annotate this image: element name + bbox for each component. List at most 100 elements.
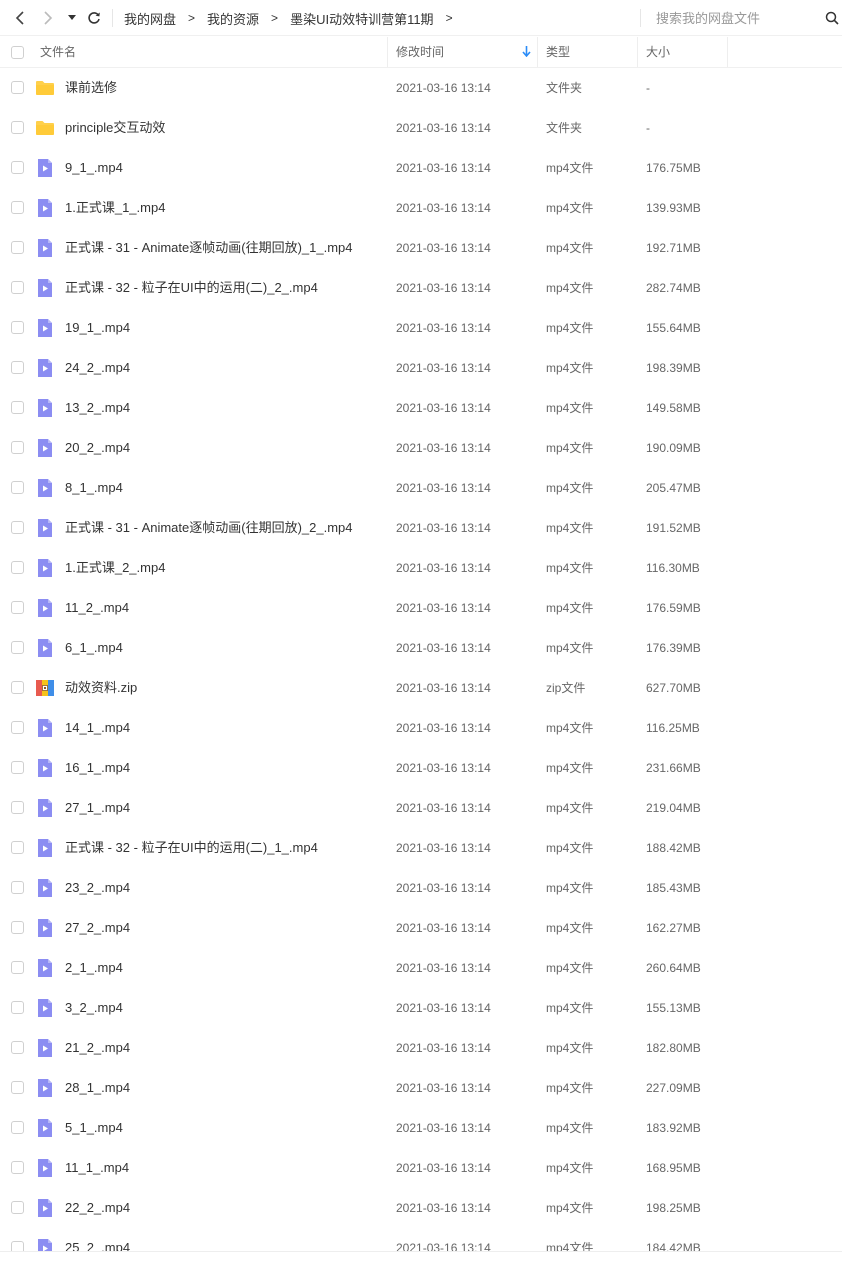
row-checkbox[interactable] bbox=[11, 641, 24, 654]
file-row[interactable]: 13_2_.mp4 2021-03-16 13:14 mp4文件 149.58MB bbox=[0, 388, 842, 428]
forward-button[interactable] bbox=[36, 0, 60, 36]
file-row[interactable]: 22_2_.mp4 2021-03-16 13:14 mp4文件 198.25MB bbox=[0, 1188, 842, 1228]
row-checkbox[interactable] bbox=[11, 1081, 24, 1094]
file-row[interactable]: 动效资料.zip 2021-03-16 13:14 zip文件 627.70MB bbox=[0, 668, 842, 708]
breadcrumb-item-my-resources[interactable]: 我的资源 bbox=[207, 9, 259, 28]
row-checkbox[interactable] bbox=[11, 81, 24, 94]
breadcrumb-item-my-drive[interactable]: 我的网盘 bbox=[124, 9, 176, 28]
file-row[interactable]: 正式课 - 32 - 粒子在UI中的运用(二)_2_.mp4 2021-03-16… bbox=[0, 268, 842, 308]
file-name[interactable]: 21_2_.mp4 bbox=[65, 1028, 130, 1068]
file-name[interactable]: 6_1_.mp4 bbox=[65, 628, 123, 668]
file-name[interactable]: 1.正式课_2_.mp4 bbox=[65, 548, 165, 588]
file-name[interactable]: 23_2_.mp4 bbox=[65, 868, 130, 908]
file-name[interactable]: 13_2_.mp4 bbox=[65, 388, 130, 428]
search-button[interactable] bbox=[822, 8, 842, 28]
row-checkbox[interactable] bbox=[11, 841, 24, 854]
file-name[interactable]: 20_2_.mp4 bbox=[65, 428, 130, 468]
row-checkbox[interactable] bbox=[11, 1161, 24, 1174]
search-input[interactable] bbox=[650, 6, 815, 30]
row-checkbox[interactable] bbox=[11, 121, 24, 134]
file-row[interactable]: 19_1_.mp4 2021-03-16 13:14 mp4文件 155.64MB bbox=[0, 308, 842, 348]
file-row[interactable]: principle交互动效 2021-03-16 13:14 文件夹 - bbox=[0, 108, 842, 148]
file-name[interactable]: 正式课 - 32 - 粒子在UI中的运用(二)_1_.mp4 bbox=[65, 828, 318, 868]
file-name[interactable]: principle交互动效 bbox=[65, 108, 165, 148]
file-row[interactable]: 27_1_.mp4 2021-03-16 13:14 mp4文件 219.04MB bbox=[0, 788, 842, 828]
file-name[interactable]: 1.正式课_1_.mp4 bbox=[65, 188, 165, 228]
file-name[interactable]: 19_1_.mp4 bbox=[65, 308, 130, 348]
column-header-size[interactable]: 大小 bbox=[638, 37, 728, 67]
row-checkbox[interactable] bbox=[11, 1001, 24, 1014]
file-name[interactable]: 11_2_.mp4 bbox=[65, 588, 129, 628]
file-name[interactable]: 正式课 - 31 - Animate逐帧动画(往期回放)_1_.mp4 bbox=[65, 228, 353, 268]
file-row[interactable]: 21_2_.mp4 2021-03-16 13:14 mp4文件 182.80MB bbox=[0, 1028, 842, 1068]
file-name[interactable]: 5_1_.mp4 bbox=[65, 1108, 123, 1148]
row-checkbox[interactable] bbox=[11, 361, 24, 374]
row-checkbox[interactable] bbox=[11, 881, 24, 894]
file-name[interactable]: 25_2_.mp4 bbox=[65, 1228, 130, 1251]
row-checkbox[interactable] bbox=[11, 601, 24, 614]
file-row[interactable]: 11_1_.mp4 2021-03-16 13:14 mp4文件 168.95MB bbox=[0, 1148, 842, 1188]
row-checkbox[interactable] bbox=[11, 961, 24, 974]
row-checkbox[interactable] bbox=[11, 721, 24, 734]
file-name[interactable]: 2_1_.mp4 bbox=[65, 948, 123, 988]
file-row[interactable]: 8_1_.mp4 2021-03-16 13:14 mp4文件 205.47MB bbox=[0, 468, 842, 508]
row-checkbox[interactable] bbox=[11, 241, 24, 254]
row-checkbox[interactable] bbox=[11, 1121, 24, 1134]
file-row[interactable]: 3_2_.mp4 2021-03-16 13:14 mp4文件 155.13MB bbox=[0, 988, 842, 1028]
row-checkbox[interactable] bbox=[11, 441, 24, 454]
file-row[interactable]: 5_1_.mp4 2021-03-16 13:14 mp4文件 183.92MB bbox=[0, 1108, 842, 1148]
file-row[interactable]: 正式课 - 31 - Animate逐帧动画(往期回放)_2_.mp4 2021-… bbox=[0, 508, 842, 548]
history-dropdown-button[interactable] bbox=[62, 0, 82, 36]
file-row[interactable]: 课前选修 2021-03-16 13:14 文件夹 - bbox=[0, 68, 842, 108]
row-checkbox[interactable] bbox=[11, 481, 24, 494]
file-name[interactable]: 正式课 - 31 - Animate逐帧动画(往期回放)_2_.mp4 bbox=[65, 508, 353, 548]
back-button[interactable] bbox=[8, 0, 32, 36]
file-row[interactable]: 1.正式课_2_.mp4 2021-03-16 13:14 mp4文件 116.30M… bbox=[0, 548, 842, 588]
row-checkbox[interactable] bbox=[11, 681, 24, 694]
file-row[interactable]: 20_2_.mp4 2021-03-16 13:14 mp4文件 190.09MB bbox=[0, 428, 842, 468]
row-checkbox[interactable] bbox=[11, 161, 24, 174]
file-row[interactable]: 6_1_.mp4 2021-03-16 13:14 mp4文件 176.39MB bbox=[0, 628, 842, 668]
file-row[interactable]: 14_1_.mp4 2021-03-16 13:14 mp4文件 116.25MB bbox=[0, 708, 842, 748]
file-row[interactable]: 28_1_.mp4 2021-03-16 13:14 mp4文件 227.09MB bbox=[0, 1068, 842, 1108]
file-row[interactable]: 正式课 - 31 - Animate逐帧动画(往期回放)_1_.mp4 2021-… bbox=[0, 228, 842, 268]
row-checkbox[interactable] bbox=[11, 281, 24, 294]
row-checkbox[interactable] bbox=[11, 761, 24, 774]
row-checkbox[interactable] bbox=[11, 1041, 24, 1054]
row-checkbox[interactable] bbox=[11, 1201, 24, 1214]
file-name[interactable]: 16_1_.mp4 bbox=[65, 748, 130, 788]
breadcrumb-expand[interactable]: > bbox=[446, 11, 453, 25]
file-row[interactable]: 25_2_.mp4 2021-03-16 13:14 mp4文件 184.42MB bbox=[0, 1228, 842, 1251]
file-name[interactable]: 3_2_.mp4 bbox=[65, 988, 123, 1028]
file-name[interactable]: 27_1_.mp4 bbox=[65, 788, 130, 828]
file-row[interactable]: 27_2_.mp4 2021-03-16 13:14 mp4文件 162.27MB bbox=[0, 908, 842, 948]
file-name[interactable]: 动效资料.zip bbox=[65, 668, 137, 708]
file-row[interactable]: 24_2_.mp4 2021-03-16 13:14 mp4文件 198.39MB bbox=[0, 348, 842, 388]
column-header-type[interactable]: 类型 bbox=[538, 37, 638, 67]
file-row[interactable]: 11_2_.mp4 2021-03-16 13:14 mp4文件 176.59MB bbox=[0, 588, 842, 628]
file-name[interactable]: 27_2_.mp4 bbox=[65, 908, 130, 948]
file-name[interactable]: 22_2_.mp4 bbox=[65, 1188, 130, 1228]
file-name[interactable]: 24_2_.mp4 bbox=[65, 348, 130, 388]
row-checkbox[interactable] bbox=[11, 201, 24, 214]
file-row[interactable]: 9_1_.mp4 2021-03-16 13:14 mp4文件 176.75MB bbox=[0, 148, 842, 188]
select-all-checkbox[interactable] bbox=[11, 46, 24, 59]
row-checkbox[interactable] bbox=[11, 1241, 24, 1251]
row-checkbox[interactable] bbox=[11, 561, 24, 574]
file-name[interactable]: 11_1_.mp4 bbox=[65, 1148, 129, 1188]
file-row[interactable]: 16_1_.mp4 2021-03-16 13:14 mp4文件 231.66MB bbox=[0, 748, 842, 788]
breadcrumb-item-current-folder[interactable]: 墨染UI动效特训营第11期 bbox=[290, 9, 434, 28]
column-header-time[interactable]: 修改时间 bbox=[388, 37, 538, 67]
row-checkbox[interactable] bbox=[11, 521, 24, 534]
file-row[interactable]: 23_2_.mp4 2021-03-16 13:14 mp4文件 185.43MB bbox=[0, 868, 842, 908]
file-row[interactable]: 2_1_.mp4 2021-03-16 13:14 mp4文件 260.64MB bbox=[0, 948, 842, 988]
file-name[interactable]: 9_1_.mp4 bbox=[65, 148, 123, 188]
refresh-button[interactable] bbox=[82, 0, 106, 36]
file-name[interactable]: 正式课 - 32 - 粒子在UI中的运用(二)_2_.mp4 bbox=[65, 268, 318, 308]
file-row[interactable]: 1.正式课_1_.mp4 2021-03-16 13:14 mp4文件 139.93M… bbox=[0, 188, 842, 228]
file-name[interactable]: 28_1_.mp4 bbox=[65, 1068, 130, 1108]
row-checkbox[interactable] bbox=[11, 921, 24, 934]
column-header-name[interactable]: 文件名 bbox=[40, 37, 388, 67]
row-checkbox[interactable] bbox=[11, 801, 24, 814]
file-name[interactable]: 14_1_.mp4 bbox=[65, 708, 130, 748]
